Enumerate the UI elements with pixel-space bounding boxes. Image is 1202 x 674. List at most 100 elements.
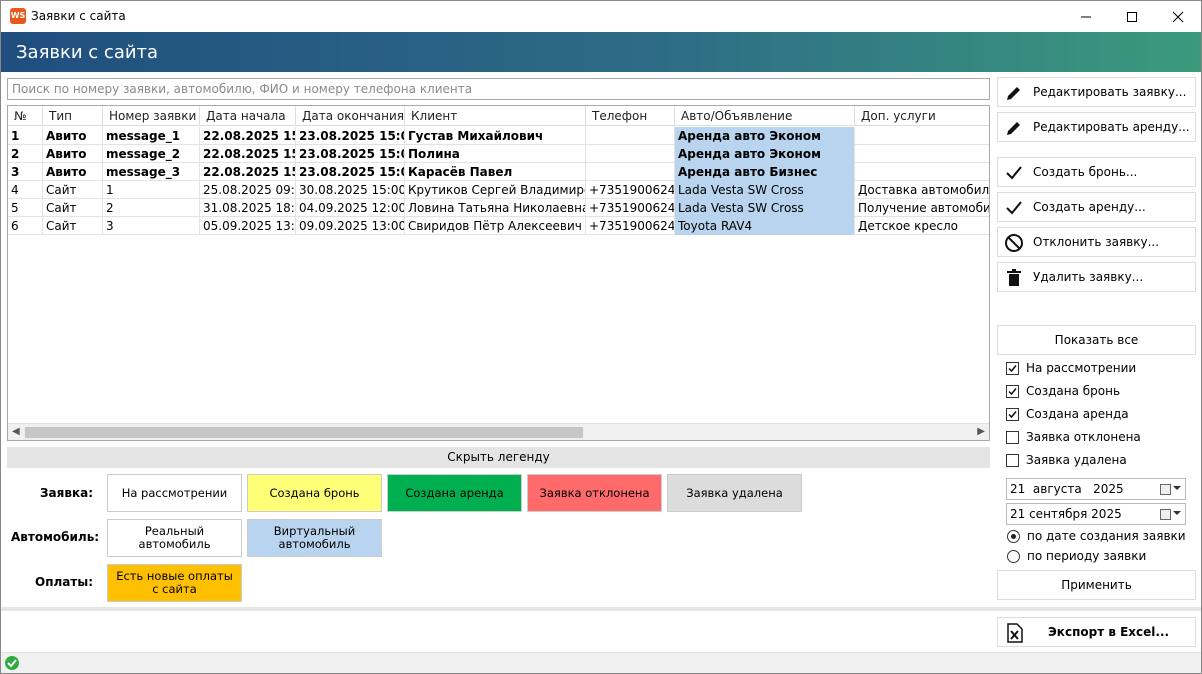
export-excel-label: Экспорт в Excel... (1048, 625, 1170, 639)
column-header[interactable]: Дата окончания (296, 106, 405, 126)
date-from-picker[interactable]: 21 августа 2025 (1006, 478, 1186, 500)
scroll-right-icon[interactable]: ▶ (977, 426, 985, 437)
table-cell: 30.08.2025 15:00 (296, 181, 405, 199)
maximize-button[interactable] (1109, 1, 1155, 32)
table-cell: Ловина Татьяна Николаевна (405, 199, 586, 217)
table-row[interactable]: 1Авитоmessage_122.08.2025 15:023.08.2025… (8, 127, 989, 145)
close-button[interactable] (1155, 1, 1201, 32)
checkbox-empty-icon[interactable] (1006, 454, 1019, 467)
column-header[interactable]: Клиент (405, 106, 586, 126)
requests-table[interactable]: № Тип Номер заявки Дата начала Дата окончани… (7, 105, 990, 441)
checkmark-icon (1006, 201, 1022, 215)
table-cell: +73519006244 (586, 217, 675, 235)
status-filter-checkbox[interactable]: Заявка отклонена (1006, 430, 1186, 446)
legend-car-item: Виртуальный автомобиль (247, 519, 382, 557)
table-cell: 09.09.2025 13:00 (296, 217, 405, 235)
table-cell: Получение автомобиля (855, 199, 989, 217)
legend-request-item: Создана аренда (387, 474, 522, 512)
table-row[interactable]: 4Сайт125.08.2025 09:0030.08.2025 15:00Кр… (8, 181, 989, 199)
table-cell (855, 145, 989, 163)
table-cell (586, 127, 675, 145)
table-cell: message_3 (103, 163, 200, 181)
column-header[interactable]: Дата начала (200, 106, 296, 126)
calendar-icon[interactable] (1160, 484, 1171, 495)
export-excel-button[interactable]: Экспорт в Excel... (997, 617, 1196, 647)
date-to-picker[interactable]: 21 сентября 2025 (1006, 503, 1186, 525)
table-cell: Lada Vesta SW Cross (675, 181, 855, 199)
block-icon (1005, 234, 1023, 252)
table-cell: 23.08.2025 15:00 (296, 145, 405, 163)
legend-payment-label: Оплаты: (35, 575, 93, 589)
legend-car-item: Реальный автомобиль (107, 519, 242, 557)
checkbox-checked-icon[interactable] (1006, 362, 1019, 375)
pencil-icon (1007, 87, 1020, 100)
create-rental-button[interactable]: Создать аренду... (997, 192, 1196, 222)
show-all-button[interactable]: Показать все (997, 325, 1196, 355)
reject-request-label: Отклонить заявку... (1033, 235, 1160, 249)
scrollbar-thumb[interactable] (25, 427, 583, 438)
header-banner: Заявки с сайта (1, 32, 1201, 72)
minimize-icon (1081, 16, 1091, 18)
table-cell: Аренда авто Эконом (675, 127, 855, 145)
table-cell (586, 163, 675, 181)
table-row[interactable]: 5Сайт231.08.2025 18:0004.09.2025 12:00Ло… (8, 199, 989, 217)
table-row[interactable]: 3Авитоmessage_322.08.2025 15:023.08.2025… (8, 163, 989, 181)
column-header[interactable]: № (8, 106, 43, 126)
column-header[interactable]: Телефон (586, 106, 675, 126)
checkbox-empty-icon[interactable] (1006, 431, 1019, 444)
date-mode-radio[interactable]: по периоду заявки (1007, 549, 1187, 565)
horizontal-scrollbar[interactable]: ◀ ▶ (8, 423, 989, 440)
date-mode-radio[interactable]: по дате создания заявки (1007, 529, 1187, 545)
table-cell: Аренда авто Эконом (675, 145, 855, 163)
table-row[interactable]: 2Авитоmessage_222.08.2025 15:023.08.2025… (8, 145, 989, 163)
apply-button[interactable]: Применить (997, 570, 1196, 600)
create-booking-label: Создать бронь... (1033, 165, 1138, 179)
checkbox-checked-icon[interactable] (1006, 408, 1019, 421)
table-cell: 05.09.2025 13:00 (200, 217, 296, 235)
column-header[interactable]: Авто/Объявление (675, 106, 855, 126)
edit-rental-button[interactable]: Редактировать аренду... (997, 112, 1196, 142)
table-cell: Детское кресло (855, 217, 989, 235)
radio-empty-icon[interactable] (1007, 550, 1020, 563)
minimize-button[interactable] (1063, 1, 1109, 32)
close-icon (1172, 11, 1184, 23)
chevron-down-icon[interactable] (1173, 511, 1181, 515)
status-filter-checkbox[interactable]: Заявка удалена (1006, 453, 1186, 469)
checkbox-checked-icon[interactable] (1006, 385, 1019, 398)
date-to-value: 21 сентября 2025 (1010, 507, 1122, 521)
reject-request-button[interactable]: Отклонить заявку... (997, 227, 1196, 257)
column-header[interactable]: Доп. услуги (855, 106, 989, 126)
delete-request-button[interactable]: Удалить заявку... (997, 262, 1196, 292)
table-cell: 22.08.2025 15:0 (200, 163, 296, 181)
table-cell: 23.08.2025 15:00 (296, 163, 405, 181)
create-booking-button[interactable]: Создать бронь... (997, 157, 1196, 187)
scroll-left-icon[interactable]: ◀ (12, 426, 20, 437)
chevron-down-icon[interactable] (1173, 486, 1181, 490)
status-filter-checkbox[interactable]: На рассмотрении (1006, 361, 1186, 377)
table-cell (855, 127, 989, 145)
table-cell: 4 (8, 181, 43, 199)
column-header[interactable]: Тип (43, 106, 103, 126)
table-cell: Сайт (43, 199, 103, 217)
status-filter-label: На рассмотрении (1026, 361, 1137, 375)
legend-request-item: Создана бронь (247, 474, 382, 512)
column-header[interactable]: Номер заявки (103, 106, 200, 126)
hide-legend-button[interactable]: Скрыть легенду (7, 447, 990, 468)
status-ok-icon (5, 656, 19, 670)
radio-selected-icon[interactable] (1007, 530, 1020, 543)
search-input[interactable]: Поиск по номеру заявки, автомобилю, ФИО … (7, 78, 990, 100)
calendar-icon[interactable] (1160, 509, 1171, 520)
edit-request-button[interactable]: Редактировать заявку... (997, 77, 1196, 107)
trash-icon (1007, 269, 1021, 286)
table-row[interactable]: 6Сайт305.09.2025 13:0009.09.2025 13:00Св… (8, 217, 989, 235)
table-cell: 31.08.2025 18:00 (200, 199, 296, 217)
table-cell: 6 (8, 217, 43, 235)
date-from-value: 21 августа 2025 (1010, 482, 1124, 496)
table-cell: 22.08.2025 15:0 (200, 145, 296, 163)
pencil-icon (1007, 122, 1020, 135)
status-filter-label: Создана бронь (1026, 384, 1121, 398)
status-filter-checkbox[interactable]: Создана бронь (1006, 384, 1186, 400)
app-logo-icon: WS (10, 8, 26, 24)
window-title: Заявки с сайта (31, 9, 126, 23)
status-filter-checkbox[interactable]: Создана аренда (1006, 407, 1186, 423)
